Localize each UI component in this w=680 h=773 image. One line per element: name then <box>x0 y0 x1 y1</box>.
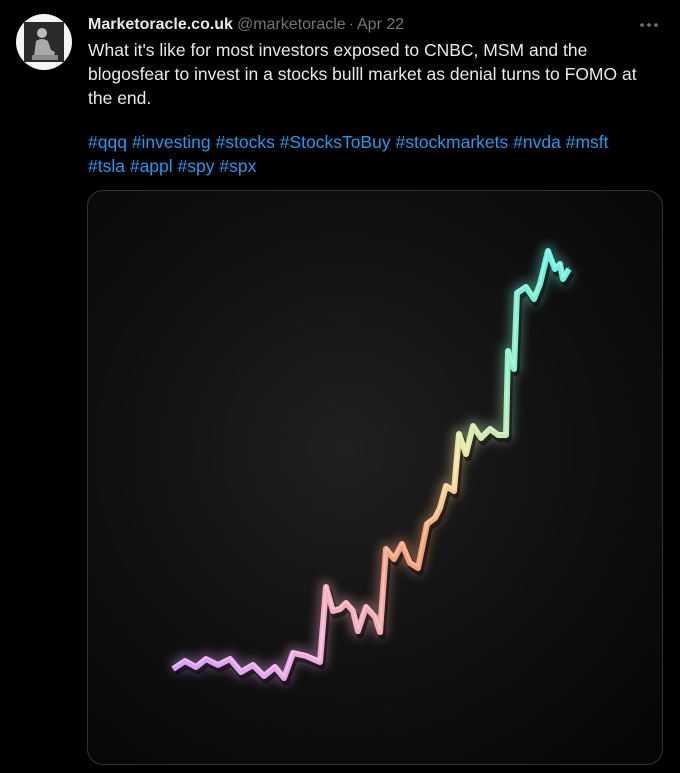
hashtag-link[interactable]: #stockmarkets <box>395 132 508 152</box>
hashtag-link[interactable]: #StocksToBuy <box>280 132 391 152</box>
hashtag-link[interactable]: #spy <box>178 156 215 176</box>
more-horizontal-icon <box>640 23 658 27</box>
hashtag-link[interactable]: #appl <box>130 156 173 176</box>
tweet-media[interactable] <box>87 190 663 765</box>
hashtag-link[interactable]: #qqq <box>88 132 127 152</box>
tweet-header: Marketoracle.co.uk @marketoracle · Apr 22 <box>88 14 404 36</box>
hashtag-link[interactable]: #stocks <box>216 132 275 152</box>
hashtag-link[interactable]: #tsla <box>88 156 125 176</box>
rising-stock-line-image <box>169 244 576 686</box>
avatar-image <box>24 22 64 62</box>
tweet[interactable]: Marketoracle.co.uk @marketoracle · Apr 22 W… <box>0 0 680 773</box>
hashtag-link[interactable]: #msft <box>566 132 609 152</box>
hashtag-link[interactable]: #spx <box>219 156 256 176</box>
avatar[interactable] <box>16 14 72 70</box>
hashtag-link[interactable]: #investing <box>132 132 211 152</box>
hashtag-list: #qqq #investing #stocks #StocksToBuy #st… <box>88 130 648 178</box>
tweet-date[interactable]: Apr 22 <box>357 16 404 33</box>
more-options-button[interactable] <box>634 12 664 38</box>
tweet-text: What it's like for most investors expose… <box>88 40 637 108</box>
user-handle[interactable]: @marketoracle <box>237 16 346 33</box>
statue-icon <box>24 22 64 62</box>
display-name[interactable]: Marketoracle.co.uk <box>88 16 233 33</box>
separator-dot: · <box>348 16 354 33</box>
hashtag-link[interactable]: #nvda <box>513 132 561 152</box>
